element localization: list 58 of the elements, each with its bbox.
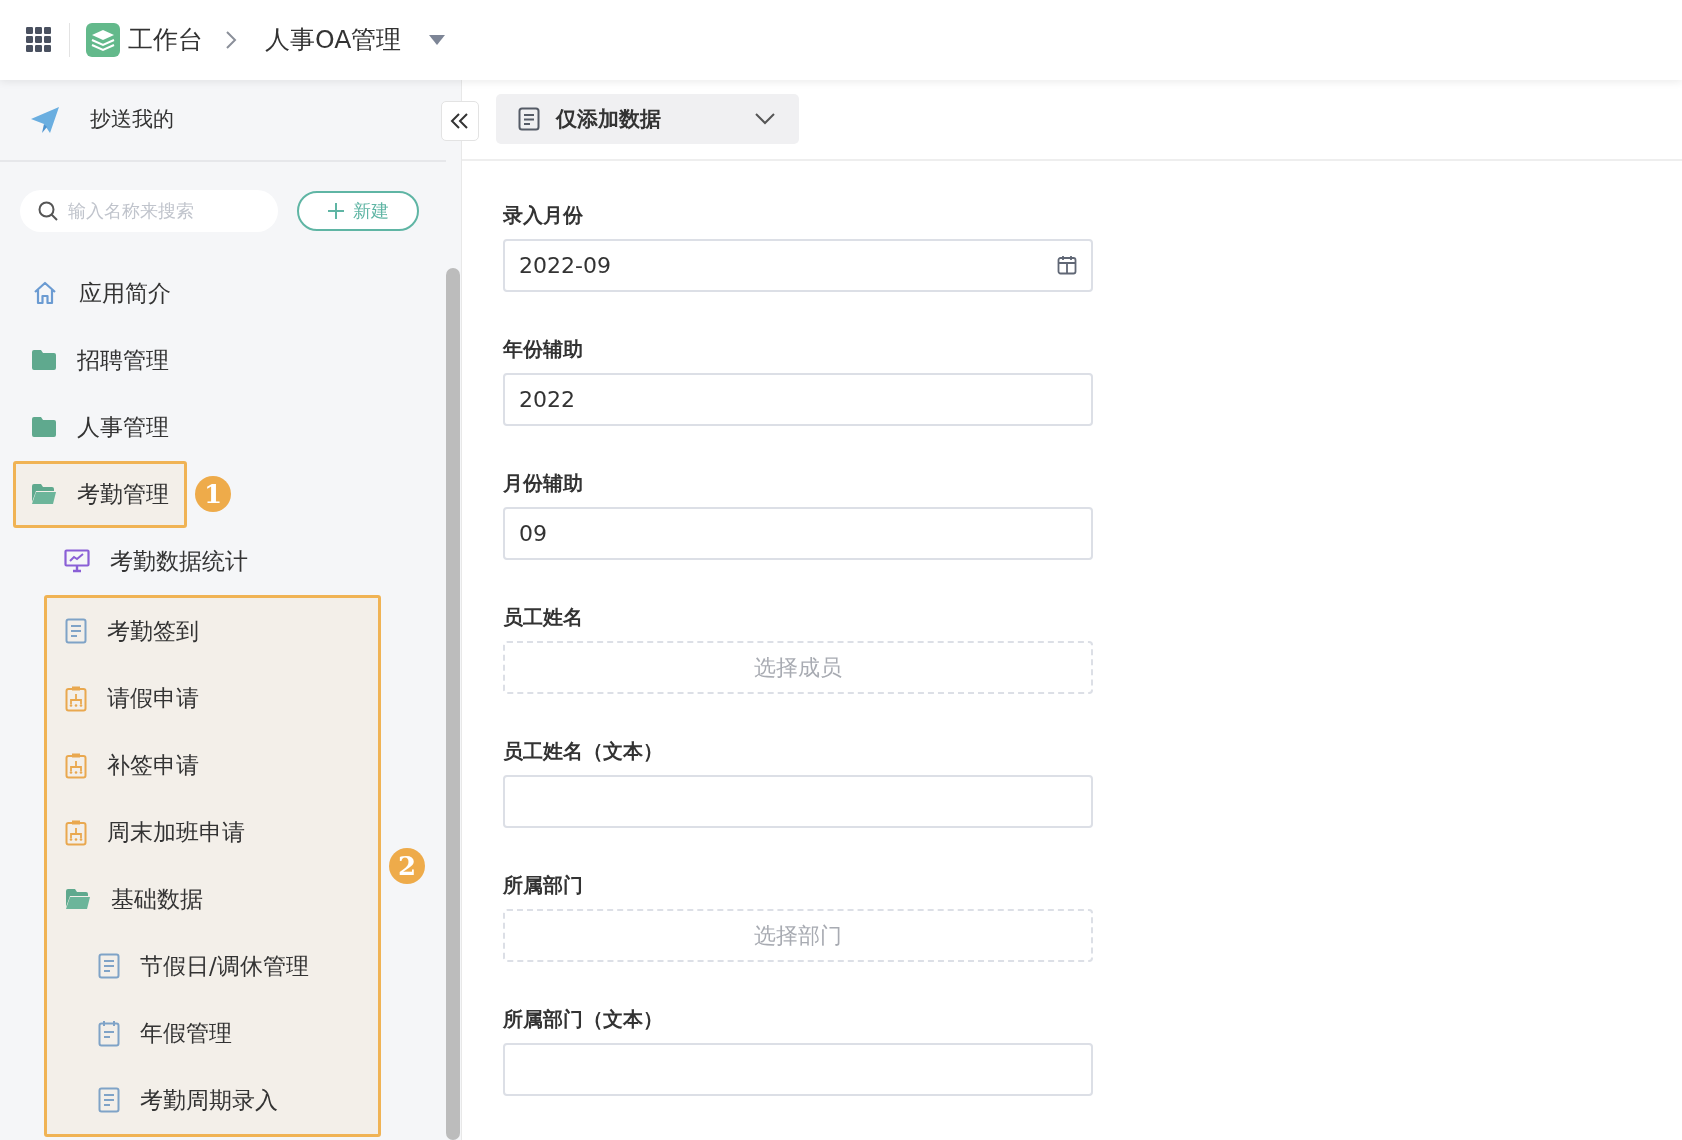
- paper-plane-icon: [30, 105, 60, 134]
- search-field[interactable]: 输入名称来搜索: [20, 189, 278, 232]
- clipboard-icon: [65, 751, 87, 779]
- document-icon: [65, 618, 87, 645]
- collapse-button[interactable]: [441, 100, 479, 141]
- workbench-link[interactable]: 工作台: [128, 21, 203, 59]
- plus-icon: [327, 201, 345, 220]
- field-label: 年份辅助: [503, 336, 584, 362]
- clipboard-icon: [65, 818, 87, 846]
- document-icon: [98, 1087, 120, 1114]
- list-document-icon: [518, 107, 540, 132]
- sidebar-item[interactable]: 周末加班申请: [47, 798, 263, 866]
- chevron-right-icon: [225, 29, 237, 50]
- stack-logo-icon: [86, 22, 120, 57]
- input-field[interactable]: [503, 775, 1093, 828]
- scrollbar-thumb[interactable]: [446, 267, 460, 1140]
- callout-badge: 1: [195, 476, 231, 513]
- sidebar-item[interactable]: 请假申请: [47, 664, 217, 732]
- sidebar-item[interactable]: 考勤管理: [13, 460, 187, 528]
- field-label: 所属部门: [503, 872, 584, 898]
- folder-icon: [65, 888, 91, 911]
- calendar-icon: [1057, 255, 1077, 275]
- clipboard-icon: [65, 684, 87, 712]
- sidebar-item[interactable]: 节假日/调休管理: [80, 932, 327, 1000]
- app-switcher[interactable]: 人事OA管理: [265, 21, 446, 59]
- apps-menu-button[interactable]: [26, 27, 51, 53]
- field-label: 所属部门（文本）: [503, 1006, 664, 1032]
- sidebar-item[interactable]: 考勤周期录入: [80, 1066, 296, 1134]
- input-field[interactable]: [503, 1043, 1093, 1096]
- search-icon: [38, 200, 58, 221]
- double-chevron-left-icon: [450, 111, 470, 130]
- date-field[interactable]: 2022-09: [503, 239, 1093, 292]
- field-label: 录入月份: [503, 202, 584, 228]
- folder-icon: [31, 349, 57, 372]
- monitor-chart-icon: [64, 549, 90, 574]
- sidebar-item[interactable]: 抄送我的: [0, 79, 436, 160]
- folder-icon: [31, 483, 57, 506]
- caret-down-icon: [429, 34, 446, 45]
- sidebar-item[interactable]: 基础数据: [47, 865, 221, 933]
- field-label: 月份辅助: [503, 470, 584, 496]
- sidebar-item[interactable]: 招聘管理: [13, 326, 187, 394]
- sidebar-item[interactable]: 补签申请: [47, 731, 217, 799]
- input-field[interactable]: 2022: [503, 373, 1093, 426]
- folder-icon: [31, 416, 57, 439]
- sidebar-item[interactable]: 应用简介: [13, 259, 189, 327]
- sidebar-item[interactable]: 考勤数据统计: [46, 527, 266, 595]
- view-dropdown[interactable]: 仅添加数据: [496, 94, 799, 145]
- sidebar-item[interactable]: 考勤签到: [47, 597, 217, 665]
- callout-badge: 2: [389, 847, 425, 884]
- chevron-down-icon: [755, 113, 775, 126]
- apps-grid-icon: [26, 27, 51, 53]
- field-label: 员工姓名（文本）: [503, 738, 664, 764]
- sidebar-item[interactable]: 人事管理: [13, 393, 187, 461]
- input-field[interactable]: 09: [503, 507, 1093, 560]
- sidebar-item[interactable]: 年假管理: [80, 999, 250, 1067]
- document-icon: [98, 953, 120, 980]
- notepad-icon: [98, 1019, 120, 1047]
- field-label: 员工姓名: [503, 604, 584, 630]
